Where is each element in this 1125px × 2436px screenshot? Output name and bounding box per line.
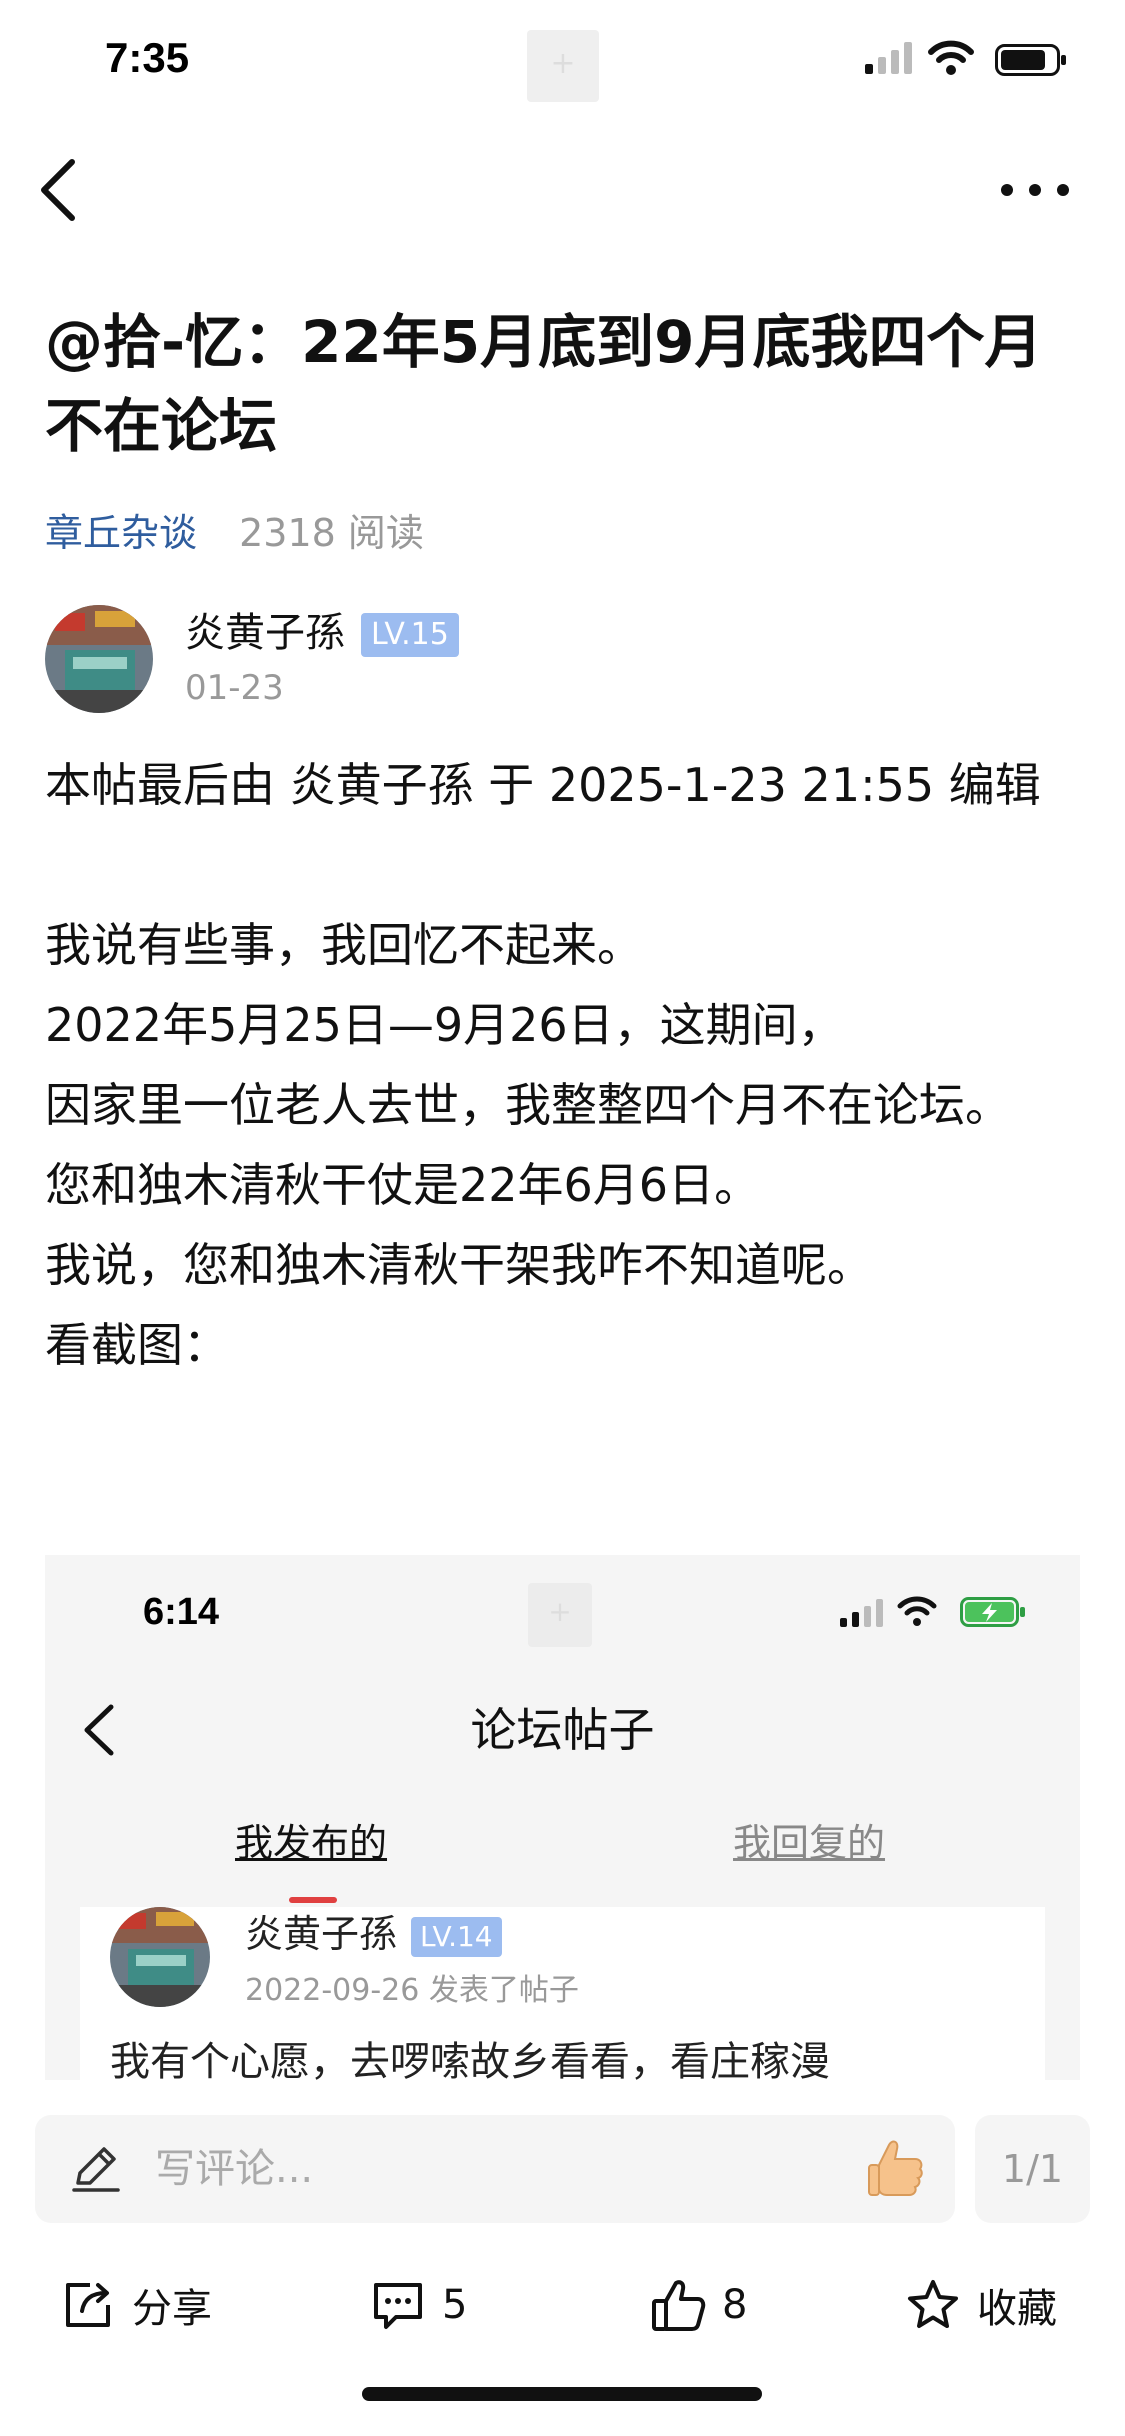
thumbs-up-icon	[652, 2280, 706, 2331]
top-nav	[0, 140, 1125, 240]
post-title: @拾-忆：22年5月底到9月底我四个月不在论坛	[45, 308, 1043, 460]
avatar[interactable]	[45, 605, 153, 713]
comment-input[interactable]: 写评论...	[35, 2115, 955, 2223]
avatar	[110, 1907, 210, 2007]
body-blank-line	[45, 825, 1085, 905]
embedded-screenshot[interactable]: 6:14 论坛帖子 我发布的 我回复的	[45, 1555, 1080, 2080]
body-paragraph: 您和独木清秋干仗是22年6月6日。	[45, 1158, 761, 1212]
forum-link[interactable]: 章丘杂谈	[45, 511, 197, 555]
tab-published: 我发布的	[235, 1821, 388, 1865]
post-meta: 章丘杂谈 2318 阅读	[45, 505, 424, 561]
level-badge: LV.14	[411, 1916, 502, 1957]
share-label: 分享	[132, 2286, 212, 2332]
thumbs-up-emoji-icon[interactable]	[865, 2137, 925, 2199]
page-indicator[interactable]: 1/1	[975, 2115, 1090, 2223]
wifi-icon	[928, 40, 974, 75]
status-time: 7:35	[105, 34, 190, 81]
favorite-label: 收藏	[977, 2286, 1057, 2332]
active-tab-indicator	[289, 1897, 337, 1903]
screenshot-author-name: 炎黄子孫	[245, 1912, 398, 1956]
post-date: 01-23	[185, 668, 284, 708]
cellular-signal-icon	[865, 42, 912, 74]
edit-note: 本帖最后由 炎黄子孫 于 2025-1-23 21:55 编辑	[45, 758, 1041, 812]
author-name[interactable]: 炎黄子孫	[185, 610, 345, 656]
more-options-icon[interactable]	[995, 165, 1075, 215]
author-row[interactable]: 炎黄子孫 LV.15 01-23	[45, 605, 1085, 715]
body-paragraph: 2022年5月25日—9月26日，这期间，	[45, 998, 844, 1052]
wifi-icon	[897, 1596, 937, 1626]
share-icon	[66, 2283, 110, 2327]
pencil-icon	[72, 2147, 120, 2192]
body-paragraph: 我说，您和独木清秋干架我咋不知道呢。	[45, 1238, 873, 1292]
comment-icon	[374, 2283, 422, 2329]
home-indicator[interactable]	[362, 2387, 762, 2401]
comment-count: 5	[442, 2282, 468, 2328]
screenshot-post-date: 2022-09-26 发表了帖子	[245, 1973, 579, 2008]
screenshot-author-line: 炎黄子孫 LV.14	[245, 1907, 502, 1961]
notch-placeholder-icon	[527, 30, 599, 102]
screenshot-page-title: 论坛帖子	[470, 1703, 655, 1757]
charging-battery-icon	[960, 1597, 1025, 1627]
like-count: 8	[722, 2282, 748, 2328]
level-badge: LV.15	[361, 613, 459, 657]
comment-placeholder: 写评论...	[155, 2146, 314, 2192]
screenshot-post-content: 我有个心愿，去啰嗦故乡看看，看庄稼漫	[110, 2039, 830, 2080]
favorite-button[interactable]: 收藏	[905, 2250, 1057, 2360]
body-paragraph: 我说有些事，我回忆不起来。	[45, 918, 643, 972]
action-bar: 分享 5 8 收藏	[0, 2250, 1125, 2360]
body-paragraph: 因家里一位老人去世，我整整四个月不在论坛。	[45, 1078, 1011, 1132]
body-paragraph: 看截图：	[45, 1318, 229, 1372]
author-name-line: 炎黄子孫 LV.15	[185, 605, 459, 661]
notch-placeholder-icon	[528, 1583, 592, 1647]
post-body: 本帖最后由 炎黄子孫 于 2025-1-23 21:55 编辑 我说有些事，我回…	[45, 745, 1085, 1385]
battery-icon	[995, 44, 1066, 76]
screenshot-post-card: 炎黄子孫 LV.14 2022-09-26 发表了帖子 我有个心愿，去啰嗦故乡看看…	[80, 1907, 1045, 2080]
cellular-signal-icon	[840, 1599, 883, 1627]
status-bar: 7:35	[0, 0, 1125, 120]
like-button[interactable]: 8	[650, 2250, 747, 2360]
read-count: 2318 阅读	[239, 511, 424, 555]
tab-replied: 我回复的	[733, 1821, 886, 1865]
share-button[interactable]: 分享	[60, 2250, 212, 2360]
star-icon	[908, 2280, 958, 2328]
screenshot-status-time: 6:14	[143, 1591, 220, 1633]
back-arrow-icon[interactable]	[30, 150, 90, 230]
comments-button[interactable]: 5	[370, 2250, 467, 2360]
